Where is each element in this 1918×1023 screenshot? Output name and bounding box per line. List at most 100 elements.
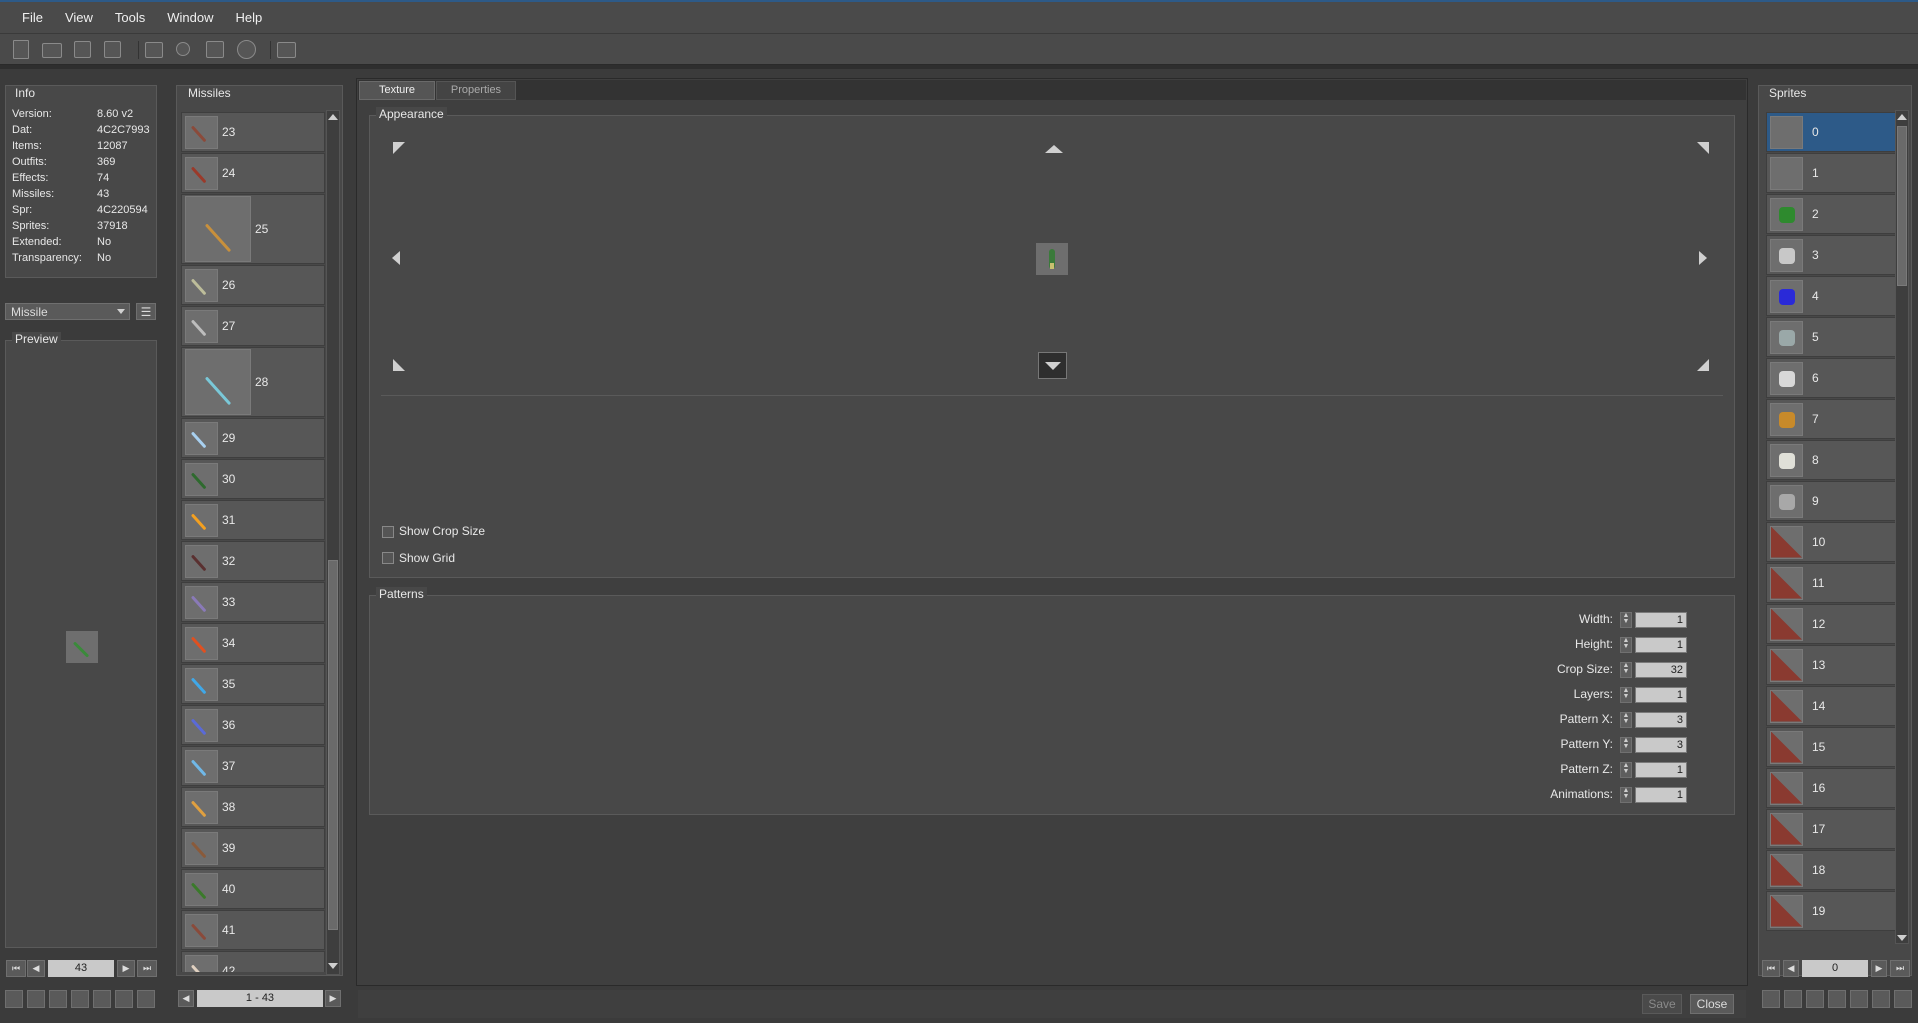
arrow-southwest-icon[interactable] — [393, 359, 405, 371]
pattern-value-field[interactable]: 1 — [1635, 612, 1687, 628]
delete-icon[interactable] — [137, 990, 155, 1008]
missile-list-item[interactable]: 37 — [181, 746, 325, 786]
missile-list-item[interactable]: 30 — [181, 459, 325, 499]
missiles-range-field[interactable]: 1 - 43 — [197, 990, 323, 1007]
missile-list-item[interactable]: 40 — [181, 869, 325, 909]
pattern-stepper[interactable]: ▲ ▼ — [1620, 712, 1632, 728]
sprites-prev-button[interactable]: ◀ — [1783, 960, 1799, 977]
missile-list-item[interactable]: 24 — [181, 153, 325, 193]
first-page-button[interactable]: ⏮ — [6, 960, 26, 977]
sprites-first-button[interactable]: ⏮ — [1762, 960, 1780, 977]
pattern-value-field[interactable]: 1 — [1635, 637, 1687, 653]
sprite-list-item[interactable]: 6 — [1766, 358, 1896, 398]
missile-list-item[interactable]: 39 — [181, 828, 325, 868]
save-icon[interactable] — [74, 41, 91, 58]
delete-icon[interactable] — [1894, 990, 1912, 1008]
export-icon[interactable] — [27, 990, 45, 1008]
scroll-up-icon[interactable] — [1897, 114, 1907, 120]
pattern-stepper[interactable]: ▲ ▼ — [1620, 612, 1632, 628]
sprite-list-item[interactable]: 11 — [1766, 563, 1896, 603]
copy-icon[interactable] — [115, 990, 133, 1008]
scroll-up-icon[interactable] — [328, 114, 338, 120]
sprite-list-item[interactable]: 15 — [1766, 727, 1896, 767]
pattern-value-field[interactable]: 1 — [1635, 687, 1687, 703]
duplicate-icon[interactable] — [93, 990, 111, 1008]
sprite-list-item[interactable]: 5 — [1766, 317, 1896, 357]
sprite-list-item[interactable]: 14 — [1766, 686, 1896, 726]
missile-list-item[interactable]: 28 — [181, 347, 325, 417]
sprite-scrollbar-thumb[interactable] — [1897, 126, 1907, 286]
show-crop-size-checkbox[interactable] — [382, 526, 394, 538]
missile-list-item[interactable]: 25 — [181, 194, 325, 264]
pattern-value-field[interactable]: 1 — [1635, 762, 1687, 778]
missile-list-item[interactable]: 23 — [181, 112, 325, 152]
pattern-stepper[interactable]: ▲ ▼ — [1620, 662, 1632, 678]
last-page-button[interactable]: ⏭ — [137, 960, 157, 977]
next-page-button[interactable]: ▶ — [117, 960, 135, 977]
arrow-northwest-icon[interactable] — [393, 142, 405, 154]
missile-list-item[interactable]: 33 — [181, 582, 325, 622]
missile-list-item[interactable]: 29 — [181, 418, 325, 458]
pattern-value-field[interactable]: 3 — [1635, 712, 1687, 728]
pattern-stepper[interactable]: ▲ ▼ — [1620, 737, 1632, 753]
menu-window[interactable]: Window — [156, 10, 224, 25]
new-file-icon[interactable] — [13, 40, 29, 59]
pattern-value-field[interactable]: 3 — [1635, 737, 1687, 753]
sprite-list-item[interactable]: 0 — [1766, 112, 1896, 152]
sprite-list-item[interactable]: 4 — [1766, 276, 1896, 316]
missile-scrollbar-thumb[interactable] — [328, 560, 338, 930]
missile-list-item[interactable]: 35 — [181, 664, 325, 704]
sprite-list-item[interactable]: 13 — [1766, 645, 1896, 685]
sprites-last-button[interactable]: ⏭ — [1890, 960, 1910, 977]
missile-list-item[interactable]: 31 — [181, 500, 325, 540]
missile-list-item[interactable]: 38 — [181, 787, 325, 827]
sprites-next-button[interactable]: ▶ — [1871, 960, 1887, 977]
replace-icon[interactable] — [49, 990, 67, 1008]
pattern-stepper[interactable]: ▲ ▼ — [1620, 687, 1632, 703]
save-button[interactable]: Save — [1642, 994, 1682, 1014]
scroll-down-icon[interactable] — [328, 963, 338, 969]
grid-icon[interactable] — [206, 41, 224, 58]
open-folder-icon[interactable] — [42, 43, 62, 58]
sprite-list-item[interactable]: 3 — [1766, 235, 1896, 275]
missiles-prev-button[interactable]: ◀ — [178, 990, 194, 1007]
arrow-north-icon[interactable] — [1045, 145, 1063, 153]
missile-list-item[interactable]: 27 — [181, 306, 325, 346]
arrow-west-icon[interactable] — [392, 251, 400, 265]
menu-help[interactable]: Help — [225, 10, 274, 25]
sprite-list-item[interactable]: 2 — [1766, 194, 1896, 234]
sprite-list-item[interactable]: 12 — [1766, 604, 1896, 644]
save-as-icon[interactable] — [104, 41, 121, 58]
tab-texture[interactable]: Texture — [359, 81, 435, 100]
sprite-list-item[interactable]: 17 — [1766, 809, 1896, 849]
missile-list-item[interactable]: 26 — [181, 265, 325, 305]
menu-tools[interactable]: Tools — [104, 10, 156, 25]
arrow-northeast-icon[interactable] — [1697, 142, 1709, 154]
export-icon[interactable] — [1784, 990, 1802, 1008]
missile-list-item[interactable]: 34 — [181, 623, 325, 663]
pattern-value-field[interactable]: 1 — [1635, 787, 1687, 803]
pattern-value-field[interactable]: 32 — [1635, 662, 1687, 678]
sprite-list-item[interactable]: 7 — [1766, 399, 1896, 439]
close-button[interactable]: Close — [1690, 994, 1734, 1014]
menu-file[interactable]: File — [11, 10, 54, 25]
window-icon[interactable] — [277, 42, 296, 58]
arrow-south-button[interactable] — [1038, 352, 1067, 379]
replace-icon[interactable] — [1806, 990, 1824, 1008]
pattern-stepper[interactable]: ▲ ▼ — [1620, 787, 1632, 803]
missile-list-item[interactable]: 36 — [181, 705, 325, 745]
search-icon[interactable] — [176, 42, 190, 56]
missile-list-item[interactable]: 41 — [181, 910, 325, 950]
play-icon[interactable] — [237, 40, 256, 59]
sprite-list-item[interactable]: 19 — [1766, 891, 1896, 931]
menu-options-icon[interactable]: ☰ — [136, 303, 156, 320]
missile-list-item[interactable]: 32 — [181, 541, 325, 581]
sprite-list-item[interactable]: 8 — [1766, 440, 1896, 480]
import-icon[interactable] — [1762, 990, 1780, 1008]
prev-page-button[interactable]: ◀ — [27, 960, 45, 977]
arrow-southeast-icon[interactable] — [1697, 359, 1709, 371]
edit-icon[interactable] — [71, 990, 89, 1008]
import-icon[interactable] — [5, 990, 23, 1008]
pattern-stepper[interactable]: ▲ ▼ — [1620, 637, 1632, 653]
missiles-next-button[interactable]: ▶ — [325, 990, 341, 1007]
